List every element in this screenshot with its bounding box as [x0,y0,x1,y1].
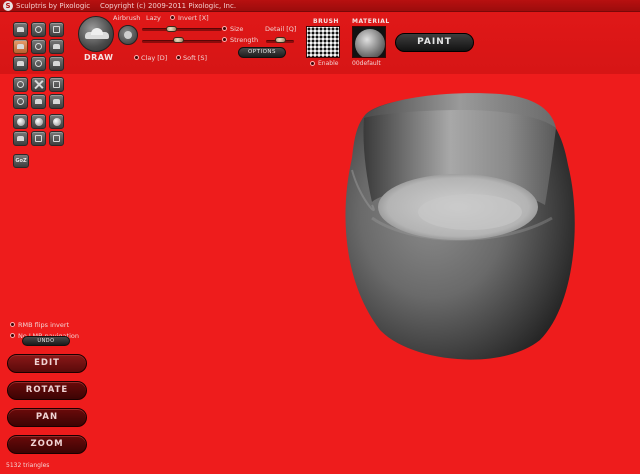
material-name: 00default [352,60,381,67]
material-swatch[interactable] [352,26,386,58]
mask-icon [35,99,42,104]
plane-icon [34,117,43,126]
no-lmb-radio[interactable] [10,333,15,338]
soft-radio[interactable] [176,55,181,60]
pinch-tool-button[interactable] [49,39,64,54]
lock-icon [52,117,61,126]
save-icon [35,135,42,142]
clay-radio[interactable] [134,55,139,60]
strength-radio[interactable] [222,37,227,42]
app-title: Sculptris by Pixologic [16,2,91,10]
goz-button[interactable]: GoZ [13,154,29,168]
invert-radio[interactable] [170,15,175,20]
stretch-icon [53,99,60,104]
invert-label[interactable]: Invert [X] [178,14,209,22]
crease-tool-icon [35,26,42,33]
reduce-tool-icon [53,61,60,66]
import-button[interactable] [13,131,28,146]
open-button[interactable] [49,131,64,146]
tool-name: DRAW [84,53,114,62]
copyright-text: Copyright (c) 2009-2011 Pixologic, Inc. [100,2,237,10]
airbrush-toggle-icon[interactable] [118,25,138,45]
options-button[interactable]: OPTIONS [238,47,286,58]
save-button[interactable] [31,131,46,146]
paint-button[interactable]: PAINT [395,33,474,52]
reduce-tool-button[interactable] [49,56,64,71]
plane-button[interactable] [31,114,46,129]
smooth-tool-icon [35,60,42,67]
draw-tool-button[interactable] [13,22,28,37]
inflate-tool-icon [35,43,42,50]
lazy-label[interactable]: Lazy [146,14,161,22]
zoom-button[interactable]: ZOOM [7,435,87,454]
brush-enable-radio[interactable] [310,61,315,66]
brush-enable-label[interactable]: Enable [318,60,338,67]
detail-label: Detail [Q] [265,25,297,33]
delete-icon [34,80,43,89]
rotate-tool-icon [53,26,60,33]
sculptris-logo-icon: S [3,1,13,11]
wireframe-button[interactable] [49,77,64,92]
size-slider-thumb[interactable] [166,26,178,32]
inflate-tool-button[interactable] [31,39,46,54]
material-title: MATERIAL [352,18,390,25]
rotate-button[interactable]: ROTATE [7,381,87,400]
mask-button[interactable] [31,94,46,109]
sphere-icon [16,117,25,126]
title-bar: S Sculptris by Pixologic Copyright (c) 2… [0,0,640,12]
detail-slider-thumb[interactable] [274,37,286,43]
crease-tool-button[interactable] [31,22,46,37]
mirror-icon [17,81,24,88]
material-sphere-icon [355,29,385,57]
smooth-tool-button[interactable] [31,56,46,71]
grab-tool-icon [17,61,24,66]
symmetry-icon [17,98,24,105]
brush-alpha-swatch[interactable] [306,26,340,58]
size-label: Size [230,25,244,33]
strength-slider-thumb[interactable] [173,37,185,43]
triangle-count: 5132 triangles [6,462,50,469]
soft-label[interactable]: Soft [S] [183,54,207,62]
lock-button[interactable] [49,114,64,129]
flatten-tool-button[interactable] [13,39,28,54]
mirror-button[interactable] [13,77,28,92]
delete-button[interactable] [31,77,46,92]
open-icon [53,135,60,142]
brush-title: BRUSH [313,18,339,25]
wireframe-icon [53,81,60,88]
size-slider[interactable] [142,28,222,31]
undo-button[interactable]: UNDO [22,336,70,346]
flatten-tool-icon [17,44,24,49]
size-radio[interactable] [222,26,227,31]
pinch-tool-icon [53,44,60,49]
draw-brush-icon[interactable] [78,16,114,52]
pan-button[interactable]: PAN [7,408,87,427]
stretch-button[interactable] [49,94,64,109]
clay-label[interactable]: Clay [D] [141,54,167,62]
grab-tool-button[interactable] [13,56,28,71]
rmb-flips-radio[interactable] [10,322,15,327]
import-icon [17,136,24,141]
rotate-tool-button[interactable] [49,22,64,37]
strength-label: Strength [230,36,259,44]
sphere-button[interactable] [13,114,28,129]
airbrush-label[interactable]: Airbrush [113,14,140,22]
draw-tool-icon [17,27,24,32]
edit-button[interactable]: EDIT [7,354,87,373]
rmb-flips-label[interactable]: RMB flips invert [18,321,69,329]
symmetry-button[interactable] [13,94,28,109]
